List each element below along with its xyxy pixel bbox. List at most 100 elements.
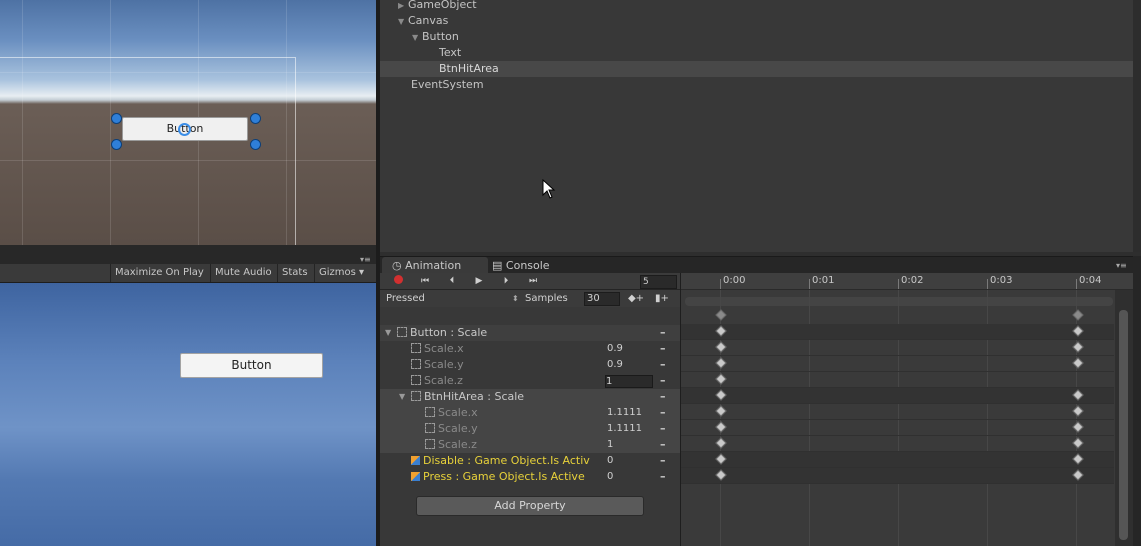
rect-handle-bottom-right[interactable] [250,139,261,150]
rect-handle-top-left[interactable] [111,113,122,124]
timeline-horizontal-scrollbar[interactable] [685,297,1113,306]
property-value[interactable]: 0.9 [607,341,623,357]
expand-arrow-icon[interactable]: ▼ [398,14,408,30]
property-value[interactable]: 0 [607,453,613,469]
property-row-button-scale-y[interactable]: Scale.y 0.9 – [380,357,680,373]
remove-property-button[interactable]: – [660,469,668,485]
remove-property-button[interactable]: – [660,437,668,453]
property-row-btnhitarea-scale-y[interactable]: Scale.y 1.1111 – [380,421,680,437]
mute-audio-toggle[interactable]: Mute Audio [210,264,276,282]
samples-input[interactable]: 30 [584,292,620,306]
remove-property-button[interactable]: – [660,453,668,469]
property-value[interactable]: 0.9 [607,357,623,373]
expand-arrow-icon[interactable]: ▼ [385,325,391,341]
keyframe[interactable] [715,469,727,481]
hierarchy-item-button[interactable]: ▼ Button [380,29,1141,45]
keyframe[interactable] [715,389,727,401]
remove-property-button[interactable]: – [660,357,668,373]
timeline-row[interactable] [681,340,1114,356]
property-row-btnhitarea-scale-z[interactable]: Scale.z 1 – [380,437,680,453]
keyframe[interactable] [715,437,727,449]
property-row-button-scale[interactable]: ▼ Button : Scale – [380,325,680,341]
keyframe[interactable] [1072,341,1084,353]
property-row-press-active[interactable]: Press : Game Object.Is Active 0 – [380,469,680,485]
keyframe[interactable] [1072,437,1084,449]
hierarchy-item-canvas[interactable]: ▼ Canvas [380,13,1141,29]
timeline-row[interactable] [681,324,1114,340]
keyframe[interactable] [715,357,727,369]
prev-keyframe-button[interactable]: ⏴ [441,274,463,288]
add-property-button[interactable]: Add Property [416,496,644,516]
property-row-btnhitarea-scale-x[interactable]: Scale.x 1.1111 – [380,405,680,421]
clip-dropdown[interactable]: Pressed ⬍ [386,292,519,305]
last-keyframe-button[interactable]: ⏭ [522,274,544,288]
remove-property-button[interactable]: – [660,389,668,405]
add-keyframe-button[interactable]: ◆+ [626,291,646,306]
property-value[interactable]: 1 [607,437,613,453]
game-button[interactable]: Button [180,353,323,378]
first-keyframe-button[interactable]: ⏮ [414,274,436,288]
expand-arrow-icon[interactable]: ▼ [412,30,422,46]
timeline-row[interactable] [681,468,1114,484]
property-value-input[interactable]: 1 [605,375,653,388]
keyframe[interactable] [715,309,727,321]
property-value[interactable]: 1.1111 [607,405,642,421]
hierarchy-scrollbar[interactable] [1133,0,1141,252]
remove-property-button[interactable]: – [660,373,668,389]
maximize-on-play-toggle[interactable]: Maximize On Play [110,264,208,282]
keyframe[interactable] [715,325,727,337]
property-row-btnhitarea-scale[interactable]: ▼ BtnHitArea : Scale – [380,389,680,405]
play-button[interactable]: ▶ [468,274,490,288]
expand-arrow-icon[interactable]: ▼ [399,389,405,405]
remove-property-button[interactable]: – [660,341,668,357]
timeline-summary-row[interactable] [681,308,1114,323]
timeline-row[interactable] [681,420,1114,436]
rect-handle-bottom-left[interactable] [111,139,122,150]
pivot-icon[interactable] [178,123,191,136]
add-event-button[interactable]: ▮+ [652,291,672,306]
property-value[interactable]: 1.1111 [607,421,642,437]
remove-property-button[interactable]: – [660,421,668,437]
scrollbar-thumb[interactable] [1119,310,1128,540]
keyframe[interactable] [1072,405,1084,417]
property-row-button-scale-x[interactable]: Scale.x 0.9 – [380,341,680,357]
timeline-row[interactable] [681,436,1114,452]
keyframe[interactable] [715,373,727,385]
rect-handle-top-right[interactable] [250,113,261,124]
keyframe[interactable] [715,405,727,417]
property-row-button-scale-z[interactable]: Scale.z 1 – [380,373,680,389]
scene-view[interactable]: Button [0,0,376,245]
timeline-row[interactable] [681,372,1114,388]
timeline-row[interactable] [681,452,1114,468]
tab-console[interactable]: ▤ Console [482,257,572,274]
keyframe[interactable] [715,341,727,353]
keyframe[interactable] [1072,453,1084,465]
hierarchy-item-gameobject[interactable]: ▶ GameObject [380,0,1141,13]
property-value[interactable]: 0 [607,469,613,485]
keyframe[interactable] [1072,389,1084,401]
stats-toggle[interactable]: Stats [277,264,312,282]
record-button[interactable] [387,274,409,288]
panel-menu-icon[interactable]: ▾≡ [360,255,371,264]
expand-arrow-icon[interactable]: ▶ [398,0,408,14]
keyframe[interactable] [715,453,727,465]
timeline-row[interactable] [681,404,1114,420]
keyframe[interactable] [1072,309,1084,321]
hierarchy-item-eventsystem[interactable]: EventSystem [380,77,1141,93]
frame-input[interactable]: 5 [640,275,677,289]
timeline-row[interactable] [681,388,1114,404]
panel-menu-icon[interactable]: ▾≡ [1116,261,1127,270]
keyframe[interactable] [715,421,727,433]
tab-animation[interactable]: ◷ Animation [382,257,488,274]
hierarchy-item-btnhitarea[interactable]: BtnHitArea [380,61,1141,77]
dopesheet-timeline[interactable]: 0:00 0:01 0:02 0:03 0:04 [680,273,1134,546]
time-ruler[interactable]: 0:00 0:01 0:02 0:03 0:04 [681,273,1134,290]
timeline-row[interactable] [681,356,1114,372]
timeline-vertical-scrollbar[interactable] [1115,290,1133,546]
keyframe[interactable] [1072,469,1084,481]
gizmos-dropdown[interactable]: Gizmos ▾ [314,264,368,282]
hierarchy-item-text[interactable]: Text [380,45,1141,61]
game-view[interactable] [0,283,376,546]
remove-property-button[interactable]: – [660,405,668,421]
next-keyframe-button[interactable]: ⏵ [495,274,517,288]
